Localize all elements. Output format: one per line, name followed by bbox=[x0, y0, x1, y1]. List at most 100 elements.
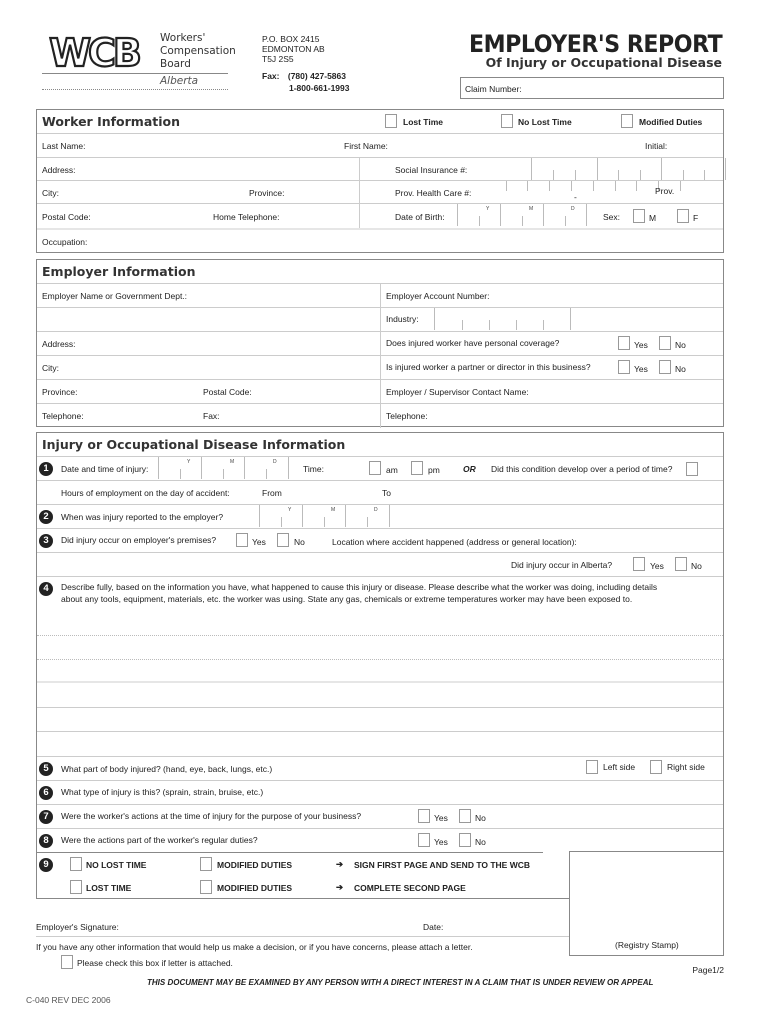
org-name: Workers' Compensation Board bbox=[160, 32, 236, 71]
employer-signature-field[interactable]: Employer's Signature: bbox=[36, 922, 119, 932]
business-purpose-no-checkbox[interactable] bbox=[459, 809, 471, 823]
lost-time-label: LOST TIME bbox=[86, 883, 132, 893]
business-purpose-yes-checkbox[interactable] bbox=[418, 809, 430, 823]
employer-telephone-field[interactable]: Telephone: bbox=[42, 411, 84, 421]
employer-province-field[interactable]: Province: bbox=[42, 387, 77, 397]
alberta-row: Did injury occur in Alberta? Yes No bbox=[37, 552, 723, 576]
sex-male-checkbox[interactable] bbox=[633, 209, 645, 223]
wcb-logo-icon: WCB bbox=[48, 30, 144, 76]
yes-label: Yes bbox=[634, 340, 648, 350]
city-field[interactable]: City: bbox=[42, 188, 59, 198]
first-name-field[interactable]: First Name: bbox=[344, 141, 388, 151]
page-subtitle: Of Injury or Occupational Disease bbox=[485, 55, 722, 70]
regular-duties-no-checkbox[interactable] bbox=[459, 833, 471, 847]
wcb-logo: WCB bbox=[42, 30, 147, 76]
employer-name-field[interactable]: Employer Name or Government Dept.: bbox=[42, 291, 187, 301]
claim-number-field[interactable]: Claim Number: bbox=[460, 77, 724, 99]
employer-postal-code-field[interactable]: Postal Code: bbox=[203, 387, 252, 397]
health-care-prov-field[interactable]: Prov. bbox=[655, 186, 674, 196]
partner-director-no-checkbox[interactable] bbox=[659, 360, 671, 374]
body-part-field[interactable]: What part of body injured? (hand, eye, b… bbox=[61, 764, 272, 774]
alberta-yes-checkbox[interactable] bbox=[633, 557, 645, 571]
last-name-field[interactable]: Last Name: bbox=[42, 141, 85, 151]
digit-box-divider bbox=[281, 517, 282, 527]
writing-line bbox=[37, 731, 723, 732]
letter-attached-checkbox[interactable] bbox=[61, 955, 73, 969]
partner-director-yes-checkbox[interactable] bbox=[618, 360, 630, 374]
occupation-field[interactable]: Occupation: bbox=[42, 237, 87, 247]
personal-coverage-question: Does injured worker have personal covera… bbox=[386, 338, 560, 348]
digit-box-divider bbox=[575, 170, 576, 180]
right-side-checkbox[interactable] bbox=[650, 760, 662, 774]
digit-box-divider bbox=[389, 505, 390, 527]
am-checkbox[interactable] bbox=[369, 461, 381, 475]
sex-female-checkbox[interactable] bbox=[677, 209, 689, 223]
q6-row: 6 What type of injury is this? (sprain, … bbox=[37, 780, 723, 804]
injury-type-field[interactable]: What type of injury is this? (sprain, st… bbox=[61, 787, 263, 797]
digit-box-divider bbox=[618, 170, 619, 180]
left-side-checkbox[interactable] bbox=[586, 760, 598, 774]
modified-duties-checkbox[interactable] bbox=[621, 114, 633, 128]
modified-duties-checkbox[interactable] bbox=[200, 880, 212, 894]
digit-box-divider bbox=[462, 320, 463, 330]
health-care-field[interactable]: Prov. Health Care #: bbox=[395, 188, 471, 198]
no-label: No bbox=[475, 837, 486, 847]
question-number-badge: 7 bbox=[39, 810, 53, 824]
year-marker: Y bbox=[288, 507, 292, 513]
month-marker: M bbox=[529, 206, 534, 212]
digit-box-divider bbox=[571, 181, 572, 191]
accident-location-field[interactable]: Location where accident happened (addres… bbox=[332, 537, 577, 547]
initial-field[interactable]: Initial: bbox=[645, 141, 667, 151]
hours-to-field[interactable]: To bbox=[382, 488, 391, 498]
letter-attached-label: Please check this box if letter is attac… bbox=[77, 958, 233, 968]
industry-field[interactable]: Industry: bbox=[386, 314, 419, 324]
personal-coverage-no-checkbox[interactable] bbox=[659, 336, 671, 350]
injury-time-field[interactable]: Time: bbox=[303, 464, 324, 474]
personal-coverage-yes-checkbox[interactable] bbox=[618, 336, 630, 350]
toll-free-number: 1-800-661-1993 bbox=[289, 83, 350, 93]
premises-no-checkbox[interactable] bbox=[277, 533, 289, 547]
lost-time-checkbox[interactable] bbox=[385, 114, 397, 128]
yes-label: Yes bbox=[434, 813, 448, 823]
employer-account-number-field[interactable]: Employer Account Number: bbox=[386, 291, 489, 301]
name-row: Last Name: First Name: Initial: bbox=[37, 133, 723, 157]
province-field[interactable]: Province: bbox=[249, 188, 284, 198]
employer-city-field[interactable]: City: bbox=[42, 363, 59, 373]
pm-checkbox[interactable] bbox=[411, 461, 423, 475]
digit-box-divider bbox=[479, 216, 480, 226]
description-textarea[interactable] bbox=[37, 635, 723, 756]
q1-row: 1 Date and time of injury: Y M D Time: a… bbox=[37, 456, 723, 480]
claim-number-label: Claim Number: bbox=[465, 84, 522, 94]
sex-female-label: F bbox=[693, 213, 699, 223]
lost-time-checkbox[interactable] bbox=[70, 880, 82, 894]
no-lost-time-checkbox[interactable] bbox=[501, 114, 513, 128]
no-lost-time-label: NO LOST TIME bbox=[86, 860, 147, 870]
day-marker: D bbox=[374, 507, 378, 513]
employer-address-row: Address: Does injured worker have person… bbox=[37, 331, 723, 355]
period-of-time-checkbox[interactable] bbox=[686, 462, 698, 476]
premises-yes-checkbox[interactable] bbox=[236, 533, 248, 547]
digit-box-divider bbox=[516, 320, 517, 330]
contact-name-field[interactable]: Employer / Supervisor Contact Name: bbox=[386, 387, 529, 397]
regular-duties-yes-checkbox[interactable] bbox=[418, 833, 430, 847]
no-lost-time-checkbox[interactable] bbox=[70, 857, 82, 871]
question-number-badge: 3 bbox=[39, 534, 53, 548]
alberta-no-checkbox[interactable] bbox=[675, 557, 687, 571]
address-field[interactable]: Address: bbox=[42, 165, 76, 175]
no-label: No bbox=[675, 364, 686, 374]
employer-fax-field[interactable]: Fax: bbox=[203, 411, 220, 421]
digit-box-divider bbox=[367, 517, 368, 527]
employer-address-field[interactable]: Address: bbox=[42, 339, 76, 349]
question-number-badge: 5 bbox=[39, 762, 53, 776]
signature-date-field[interactable]: Date: bbox=[423, 922, 443, 932]
modified-duties-checkbox[interactable] bbox=[200, 857, 212, 871]
date-of-birth-field[interactable]: Date of Birth: bbox=[395, 212, 445, 222]
digit-box-divider bbox=[201, 457, 202, 479]
contact-telephone-field[interactable]: Telephone: bbox=[386, 411, 428, 421]
digit-box-divider bbox=[615, 181, 616, 191]
home-telephone-field[interactable]: Home Telephone: bbox=[213, 212, 279, 222]
hours-from-field[interactable]: From bbox=[262, 488, 282, 498]
sin-field[interactable]: Social Insurance #: bbox=[395, 165, 467, 175]
hours-of-employment-label: Hours of employment on the day of accide… bbox=[61, 488, 230, 498]
postal-code-field[interactable]: Postal Code: bbox=[42, 212, 91, 222]
